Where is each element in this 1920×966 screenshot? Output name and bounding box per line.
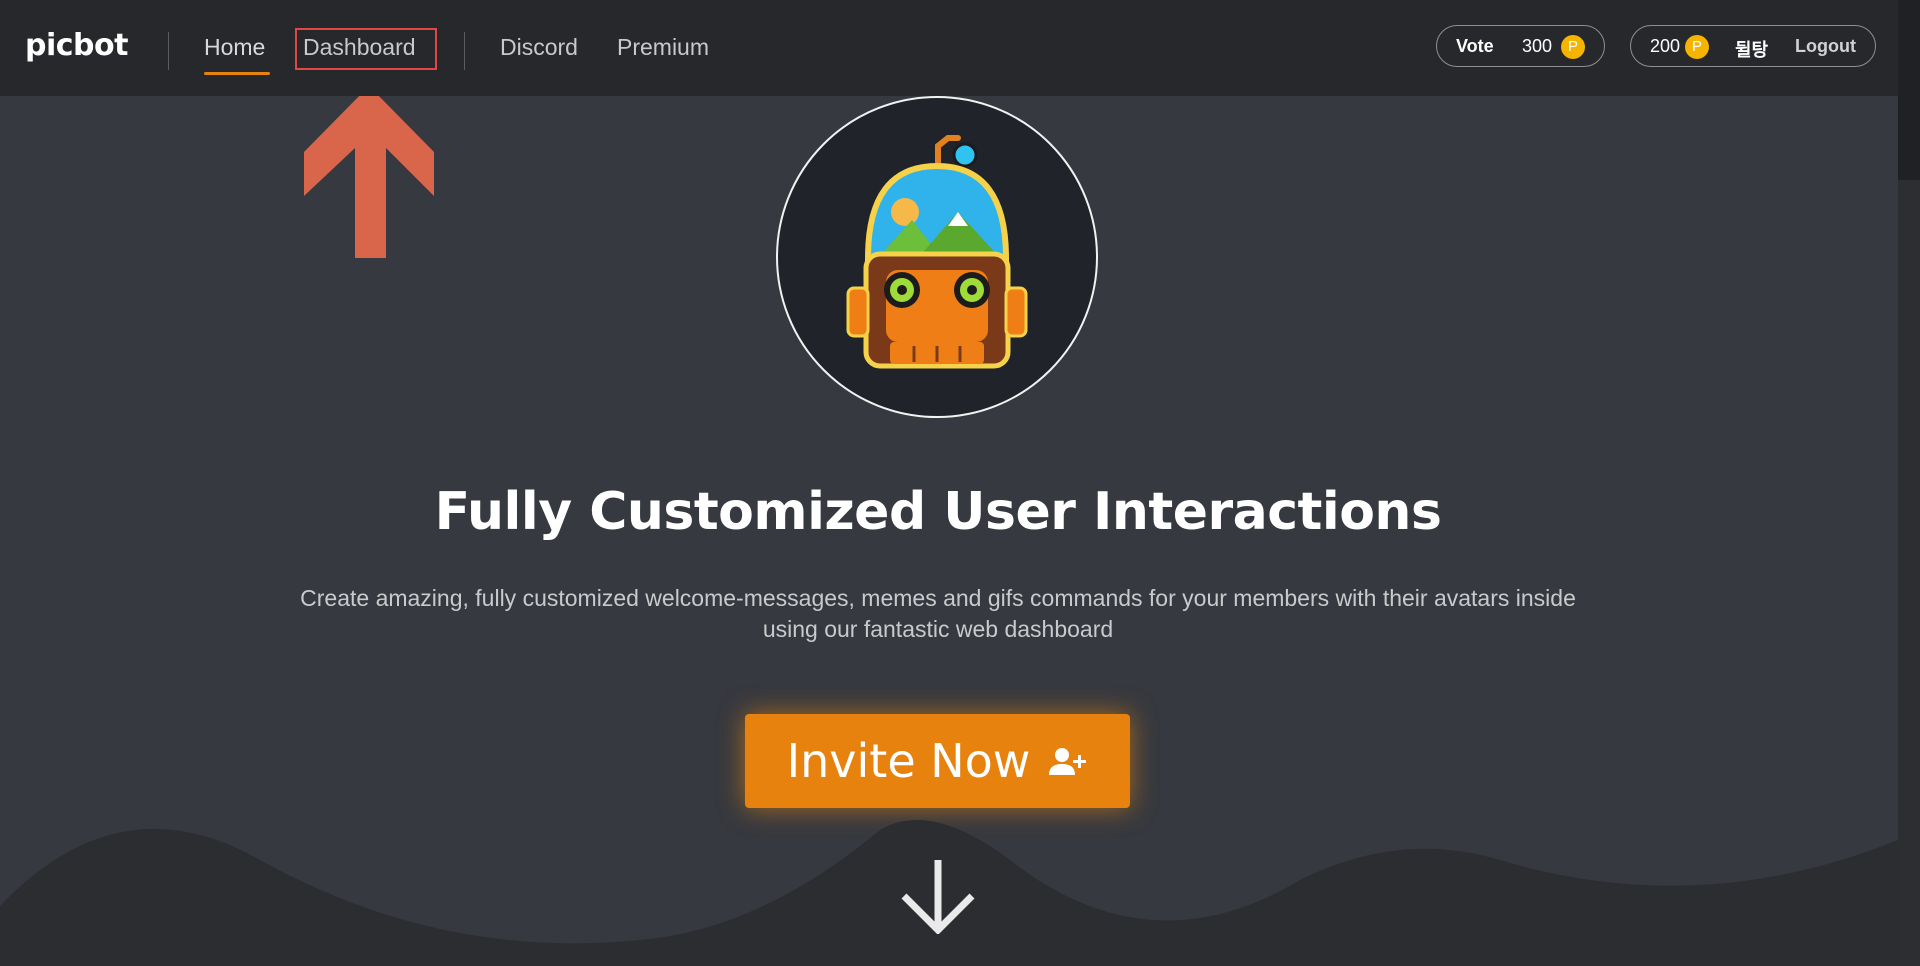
logout-button[interactable]: Logout: [1795, 36, 1856, 57]
nav-home-link[interactable]: Home: [204, 34, 265, 61]
invite-now-label: Invite Now: [786, 734, 1031, 788]
hero-title: Fully Customized User Interactions: [434, 482, 1442, 542]
active-tab-indicator: [204, 72, 270, 75]
vote-label: Vote: [1456, 36, 1494, 56]
brand-logo[interactable]: picbot: [25, 28, 128, 63]
scrollbar-thumb[interactable]: [1898, 180, 1920, 966]
user-plus-icon: [1049, 748, 1087, 775]
coin-icon: P: [1561, 35, 1585, 59]
invite-now-button[interactable]: Invite Now: [745, 714, 1130, 808]
account-pill: 200 P 뒬탕 Logout: [1630, 25, 1876, 67]
coin-icon: P: [1685, 35, 1709, 59]
robot-mascot-icon: [846, 135, 1028, 369]
dashboard-highlight-box: [295, 28, 437, 70]
nav-premium-link[interactable]: Premium: [617, 34, 709, 61]
arrow-down-icon[interactable]: [900, 858, 976, 934]
hero-subtitle: Create amazing, fully customized welcome…: [300, 585, 1576, 642]
scrollbar-track[interactable]: [1898, 0, 1920, 966]
nav-divider: [168, 32, 169, 70]
vote-points: 300: [1522, 36, 1553, 56]
arrow-up-icon: [304, 86, 434, 258]
nav-discord-link[interactable]: Discord: [500, 34, 578, 61]
bot-avatar: [776, 96, 1098, 418]
account-points: 200: [1650, 36, 1681, 56]
username[interactable]: 뒬탕: [1735, 36, 1768, 62]
vote-pill[interactable]: Vote 300 P: [1436, 25, 1605, 67]
nav-divider: [464, 32, 465, 70]
top-navbar: picbot Home Dashboard Discord Premium Vo…: [0, 0, 1898, 96]
